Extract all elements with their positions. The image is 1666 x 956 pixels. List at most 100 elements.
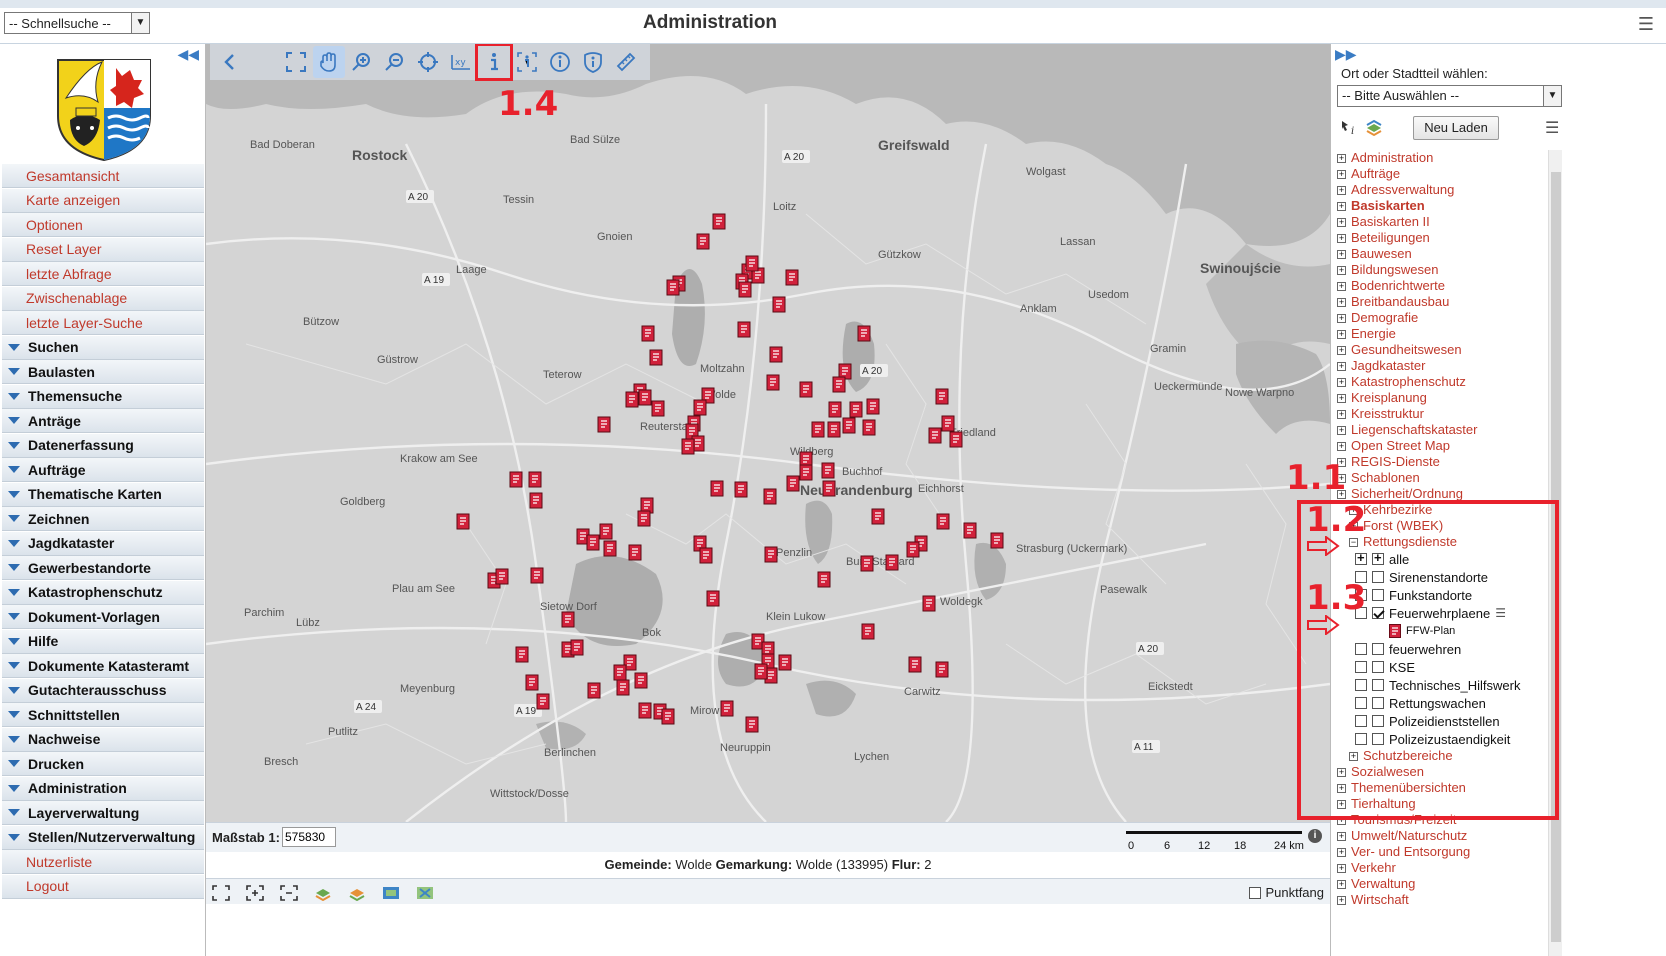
document-marker-icon[interactable] [528, 471, 542, 488]
tree-group[interactable]: + Schablonen [1337, 470, 1549, 486]
document-marker-icon[interactable] [530, 567, 544, 584]
tree-group[interactable]: + Bildungswesen [1337, 262, 1549, 278]
document-marker-icon[interactable] [681, 438, 695, 455]
menu-item[interactable]: letzte Abfrage [2, 262, 204, 286]
recenter-icon[interactable] [412, 46, 444, 78]
menu-item[interactable]: Schnittstellen [2, 703, 204, 727]
menu-item[interactable]: Logout [2, 874, 204, 899]
scale-input[interactable] [282, 827, 336, 847]
document-marker-icon[interactable] [906, 541, 920, 558]
menu-item[interactable]: Baulasten [2, 360, 204, 384]
tree-group[interactable]: + Kreisstruktur [1337, 406, 1549, 422]
tree-group[interactable]: + Kreisplanung [1337, 390, 1549, 406]
document-marker-icon[interactable] [764, 546, 778, 563]
expand-icon[interactable]: + [1337, 233, 1346, 243]
document-marker-icon[interactable] [935, 388, 949, 405]
document-marker-icon[interactable] [821, 462, 835, 479]
zoom-in-icon[interactable] [346, 46, 378, 78]
hamburger-icon[interactable]: ☰ [1545, 118, 1559, 138]
expand-icon[interactable]: + [1337, 297, 1346, 307]
document-marker-icon[interactable] [842, 417, 856, 434]
document-marker-icon[interactable] [666, 279, 680, 296]
tree-group[interactable]: + Verwaltung [1337, 876, 1549, 892]
expand-icon[interactable]: + [1337, 879, 1346, 889]
expand-icon[interactable]: + [1337, 169, 1346, 179]
expand-icon[interactable]: + [1337, 281, 1346, 291]
info-circle-icon[interactable] [544, 46, 576, 78]
layers-icon[interactable] [314, 885, 332, 901]
document-marker-icon[interactable] [734, 481, 748, 498]
tree-group[interactable]: + Bodenrichtwerte [1337, 278, 1549, 294]
document-marker-icon[interactable] [827, 421, 841, 438]
document-marker-icon[interactable] [625, 391, 639, 408]
document-marker-icon[interactable] [862, 419, 876, 436]
tree-group[interactable]: + Beteiligungen [1337, 230, 1549, 246]
tree-group[interactable]: + Gesundheitswesen [1337, 342, 1549, 358]
expand-icon[interactable]: + [1337, 377, 1346, 387]
info-query-icon[interactable] [511, 46, 543, 78]
document-marker-icon[interactable] [922, 595, 936, 612]
expand-icon[interactable]: + [1337, 831, 1346, 841]
document-marker-icon[interactable] [799, 464, 813, 481]
document-marker-icon[interactable] [641, 325, 655, 342]
document-marker-icon[interactable] [693, 399, 707, 416]
document-marker-icon[interactable] [871, 508, 885, 525]
document-marker-icon[interactable] [699, 547, 713, 564]
select-rect-icon[interactable] [212, 885, 230, 901]
document-marker-icon[interactable] [866, 398, 880, 415]
document-marker-icon[interactable] [706, 590, 720, 607]
document-marker-icon[interactable] [613, 664, 627, 681]
document-marker-icon[interactable] [769, 346, 783, 363]
document-marker-icon[interactable] [495, 568, 509, 585]
document-marker-icon[interactable] [745, 255, 759, 272]
document-marker-icon[interactable] [935, 661, 949, 678]
document-marker-icon[interactable] [456, 513, 470, 530]
tree-group[interactable]: + Breitbandausbau [1337, 294, 1549, 310]
expand-icon[interactable]: + [1337, 895, 1346, 905]
menu-item[interactable]: Drucken [2, 752, 204, 776]
document-marker-icon[interactable] [712, 213, 726, 230]
menu-item[interactable]: Jagdkataster [2, 531, 204, 556]
expand-icon[interactable]: + [1337, 393, 1346, 403]
tree-group[interactable]: + Open Street Map [1337, 438, 1549, 454]
document-marker-icon[interactable] [638, 389, 652, 406]
expand-icon[interactable]: + [1337, 201, 1346, 211]
menu-item[interactable]: Reset Layer [2, 237, 204, 262]
document-marker-icon[interactable] [857, 325, 871, 342]
expand-icon[interactable]: + [1337, 185, 1346, 195]
menu-item[interactable]: Zwischenablage [2, 286, 204, 311]
menu-item[interactable]: Nutzerliste [2, 850, 204, 874]
menu-item[interactable]: Gesamtansicht [2, 164, 204, 188]
collapse-left-icon[interactable]: ◀◀ [177, 46, 199, 63]
ruler-icon[interactable] [610, 46, 642, 78]
tree-group[interactable]: + Basiskarten II [1337, 214, 1549, 230]
tree-group[interactable]: + Wirtschaft [1337, 892, 1549, 908]
menu-item[interactable]: Zeichnen [2, 507, 204, 531]
menu-item[interactable]: Nachweise [2, 727, 204, 752]
document-marker-icon[interactable] [634, 672, 648, 689]
select-remove-icon[interactable] [280, 885, 298, 901]
menu-item[interactable]: Suchen [2, 335, 204, 360]
document-marker-icon[interactable] [637, 510, 651, 527]
menu-item[interactable]: Anträge [2, 409, 204, 433]
document-marker-icon[interactable] [763, 488, 777, 505]
document-marker-icon[interactable] [832, 376, 846, 393]
document-marker-icon[interactable] [597, 416, 611, 433]
document-marker-icon[interactable] [525, 674, 539, 691]
document-marker-icon[interactable] [599, 523, 613, 540]
tree-group[interactable]: + Bauwesen [1337, 246, 1549, 262]
map-canvas[interactable]: Rostock Bad Doberan Bad Sülze Greifswald Wol… [206, 44, 1330, 822]
document-marker-icon[interactable] [963, 522, 977, 539]
reload-button[interactable]: Neu Laden [1413, 116, 1499, 140]
expand-icon[interactable]: + [1337, 265, 1346, 275]
ort-select[interactable]: -- Bitte Auswählen -- ▼ [1337, 85, 1562, 107]
document-marker-icon[interactable] [696, 233, 710, 250]
expand-icon[interactable]: + [1337, 409, 1346, 419]
select-add-icon[interactable] [246, 885, 264, 901]
pan-hand-icon[interactable] [313, 46, 345, 78]
tree-group[interactable]: + Katastrophenschutz [1337, 374, 1549, 390]
document-marker-icon[interactable] [772, 296, 786, 313]
document-marker-icon[interactable] [638, 702, 652, 719]
tree-group[interactable]: + Liegenschaftskataster [1337, 422, 1549, 438]
document-marker-icon[interactable] [817, 571, 831, 588]
